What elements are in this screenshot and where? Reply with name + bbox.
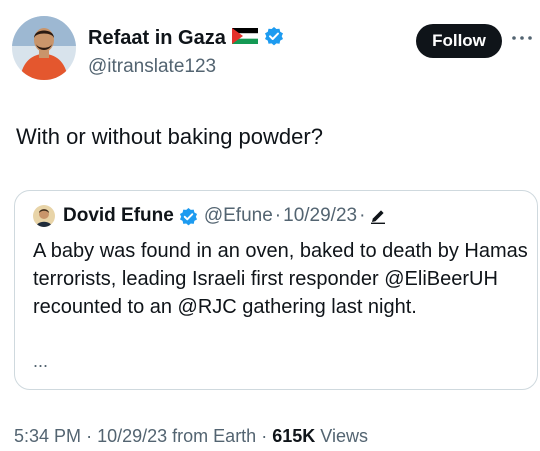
author-name[interactable]: Refaat in Gaza: [88, 27, 226, 50]
quoted-tweet-text: A baby was found in an oven, baked to de…: [33, 240, 528, 318]
tweet-source: from Earth: [172, 426, 257, 446]
footer-separator: ·: [261, 426, 268, 446]
meta-separator: ·: [274, 205, 282, 226]
edited-pencil-icon[interactable]: [369, 207, 387, 225]
meta-separator: ·: [359, 205, 366, 226]
views-label: Views: [320, 426, 368, 446]
author-name-row: Refaat in Gaza: [88, 26, 284, 51]
tweet-text: With or without baking powder?: [16, 124, 323, 149]
quoted-author-avatar[interactable]: [33, 205, 55, 227]
verified-badge-icon: [264, 26, 284, 51]
tweet-date[interactable]: 10/29/23: [97, 426, 167, 446]
author-avatar[interactable]: [12, 16, 76, 80]
quoted-author-handle[interactable]: @Efune: [204, 205, 273, 227]
verified-badge-icon: [179, 207, 198, 226]
quoted-author-name[interactable]: Dovid Efune: [63, 205, 174, 227]
quoted-date[interactable]: 10/29/23: [283, 205, 357, 227]
follow-button[interactable]: Follow: [416, 24, 502, 58]
palestine-flag-icon: [231, 28, 258, 49]
tweet-time[interactable]: 5:34 PM: [14, 426, 81, 446]
author-handle[interactable]: @itranslate123: [88, 56, 216, 78]
quoted-header: Dovid Efune @Efune · 10/29/23 ·: [63, 205, 387, 227]
quoted-tweet-card[interactable]: Dovid Efune @Efune · 10/29/23 · A baby w…: [14, 190, 538, 390]
views-count[interactable]: 615K: [272, 426, 315, 446]
footer-separator: ·: [86, 426, 93, 446]
more-icon[interactable]: [510, 30, 534, 46]
tweet-footer: 5:34 PM · 10/29/23 from Earth · 615K Vie…: [14, 426, 368, 447]
show-more-ellipsis[interactable]: ...: [33, 351, 48, 372]
